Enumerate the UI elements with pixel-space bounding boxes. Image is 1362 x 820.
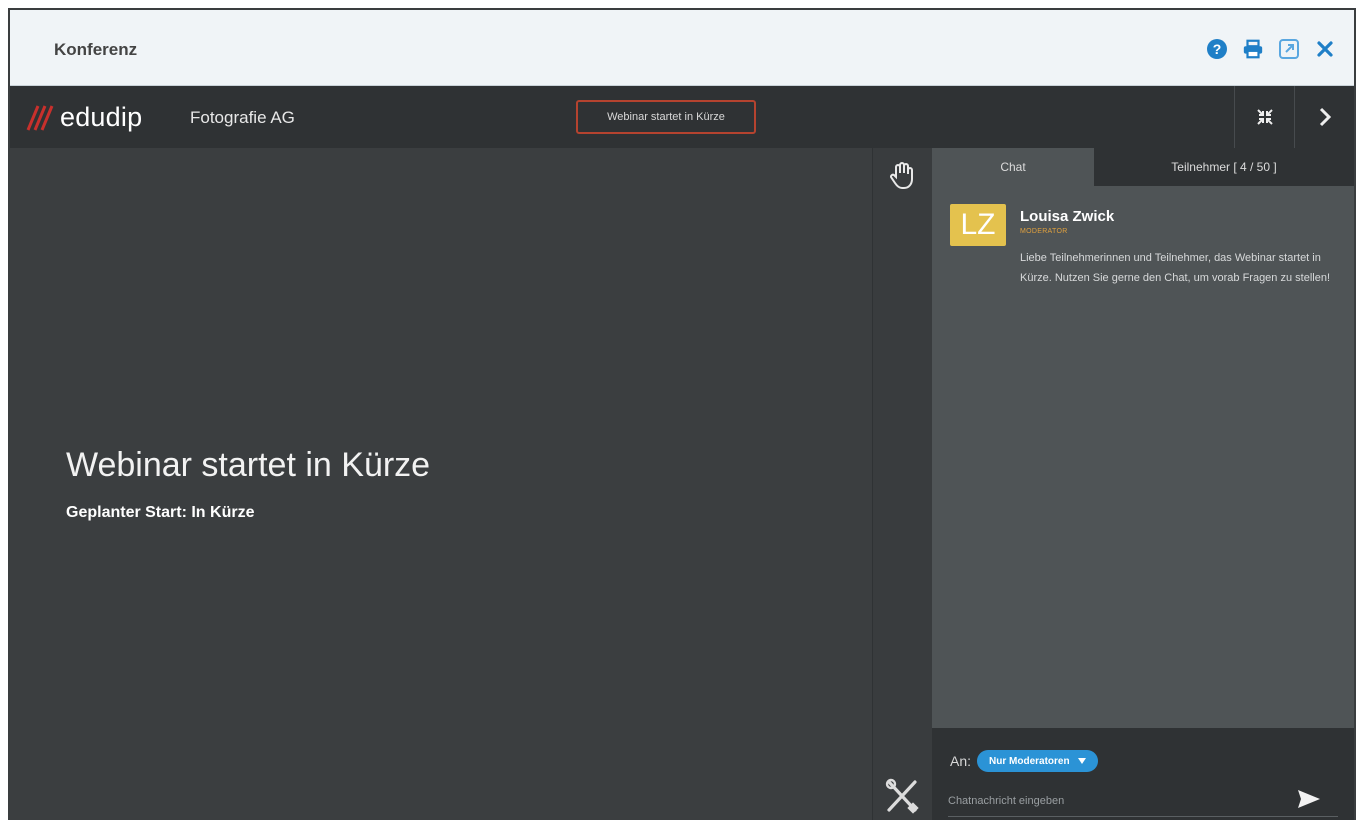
scheduled-start: Geplanter Start: In Kürze (66, 504, 255, 521)
recipient-select[interactable]: Nur Moderatoren (977, 750, 1098, 772)
chevron-right-icon (1319, 107, 1331, 127)
message-author: Louisa Zwick (1020, 208, 1115, 225)
print-icon[interactable] (1242, 38, 1264, 60)
fullscreen-button[interactable] (1234, 86, 1294, 148)
sidebar-tabs: Chat Teilnehmer [ 4 / 50 ] (932, 148, 1354, 186)
logo-text: edudip (60, 102, 143, 132)
message-text: Liebe Teilnehmerinnen und Teilnehmer, da… (1020, 252, 1331, 284)
stage-headline: Webinar startet in Kürze (66, 446, 431, 484)
collapse-sidebar-button[interactable] (1294, 86, 1354, 148)
window-controls: ? (1206, 38, 1336, 60)
chat-sidebar: Chat Teilnehmer [ 4 / 50 ] LZ Louisa Zwi… (932, 148, 1354, 820)
help-icon[interactable]: ? (1206, 38, 1228, 60)
send-icon (1298, 790, 1320, 808)
webinar-status-badge: Webinar startet in Kürze (576, 100, 756, 134)
tool-column (872, 148, 932, 820)
input-underline (948, 816, 1338, 817)
tab-participants[interactable]: Teilnehmer [ 4 / 50 ] (1094, 148, 1354, 186)
chat-composer: An: Nur Moderatoren (932, 728, 1354, 820)
recipient-label: An: (950, 753, 972, 769)
conference-window: Konferenz ? edudip Fotografie AG Webinar… (8, 8, 1356, 820)
popout-icon[interactable] (1278, 38, 1300, 60)
edudip-logo: edudip (26, 102, 142, 133)
avatar: LZ (950, 204, 1006, 246)
logo-mark-icon (26, 104, 54, 131)
send-button[interactable] (1294, 784, 1324, 814)
svg-text:?: ? (1213, 41, 1222, 57)
conference-topbar: edudip Fotografie AG Webinar startet in … (10, 86, 1354, 148)
hand-raise-icon[interactable] (889, 160, 915, 195)
recipient-value: Nur Moderatoren (989, 755, 1070, 767)
tools-icon[interactable] (885, 778, 919, 819)
chevron-down-icon (1077, 758, 1086, 764)
company-name: Fotografie AG (190, 108, 295, 127)
window-title: Konferenz (54, 40, 138, 59)
chat-message-input[interactable] (948, 790, 1278, 812)
close-icon[interactable] (1314, 38, 1336, 60)
tab-chat[interactable]: Chat (932, 148, 1094, 186)
recipient-row: An: Nur Moderatoren (950, 750, 1098, 772)
message-role-badge: MODERATOR (1020, 228, 1068, 235)
fullscreen-icon (1256, 109, 1273, 125)
presentation-stage: Webinar startet in Kürze Geplanter Start… (10, 148, 872, 820)
window-titlebar: Konferenz ? (10, 10, 1354, 86)
topbar-actions (1234, 86, 1354, 148)
